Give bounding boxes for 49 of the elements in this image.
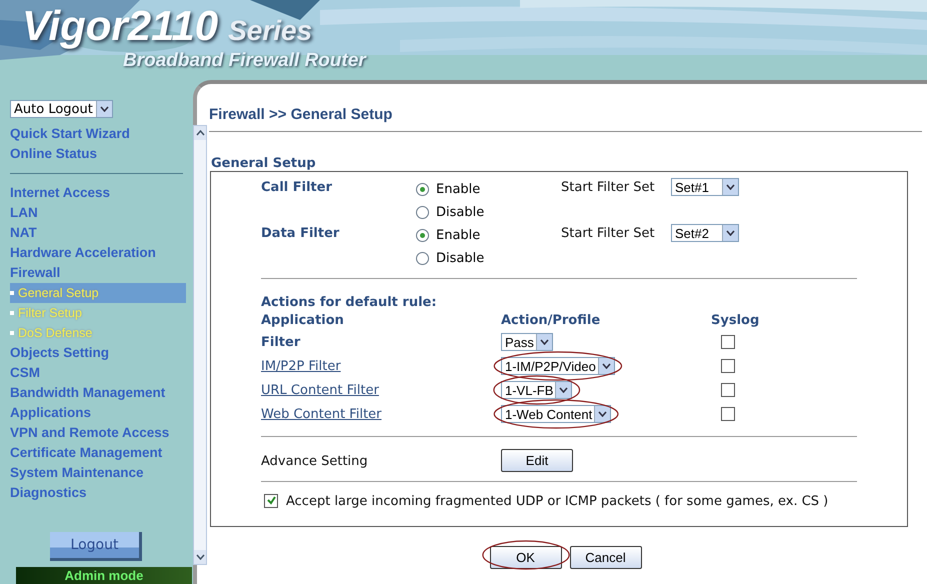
profile-select[interactable]: Pass	[501, 333, 553, 351]
nav-link[interactable]: Objects Setting	[10, 343, 193, 363]
profile-select[interactable]: 1-VL-FB	[501, 381, 572, 399]
nav-link[interactable]: Internet Access	[10, 183, 193, 203]
filter-set-select[interactable]: Set#2	[671, 224, 739, 242]
filter-link[interactable]: IM/P2P Filter	[261, 358, 501, 374]
edit-button[interactable]: Edit	[501, 448, 573, 472]
filter-label: Filter	[261, 334, 302, 350]
filter-set-select[interactable]: Set#1	[671, 178, 739, 196]
nav-link[interactable]: Diagnostics	[10, 483, 193, 503]
section-title: General Setup	[211, 156, 317, 171]
profile-select[interactable]: 1-Web Content	[501, 405, 612, 423]
tagline: Broadband Firewall Router	[123, 50, 366, 72]
checkbox-label: Accept large incoming fragmented UDP or ICMP packets ( for some games, ex. CS )	[286, 493, 828, 509]
auto-logout-select[interactable]: Auto Logout	[10, 100, 113, 118]
nav-link[interactable]: NAT	[10, 223, 193, 243]
mode-banner: Admin mode	[16, 567, 192, 584]
logout-button[interactable]: Logout	[50, 532, 142, 561]
cancel-button[interactable]: Cancel	[570, 546, 642, 569]
filter-link[interactable]: Web Content Filter	[261, 406, 501, 422]
nav-link[interactable]: System Maintenance	[10, 463, 193, 483]
nav-link[interactable]: Online Status	[10, 144, 193, 164]
nav-link[interactable]: Quick Start Wizard	[10, 124, 193, 144]
nav-link[interactable]: Bandwidth Management	[10, 383, 193, 403]
nav-link[interactable]: CSM	[10, 363, 193, 383]
nav-link[interactable]: LAN	[10, 203, 193, 223]
nav-link[interactable]: VPN and Remote Access	[10, 423, 193, 443]
field-label: Advance Setting	[261, 452, 369, 468]
logo-text: Vigor2110 Series	[22, 2, 312, 50]
radio-option[interactable]: Disable	[416, 247, 561, 270]
filter-label: Data Filter	[261, 225, 340, 241]
filter-label: Call Filter	[261, 179, 333, 195]
nav-link[interactable]: Certificate Management	[10, 443, 193, 463]
profile-select[interactable]: 1-IM/P2P/Video	[501, 357, 615, 375]
column-header: Action/Profile	[501, 312, 602, 328]
radio-option[interactable]: Enable	[416, 224, 561, 247]
ok-button[interactable]: OK	[490, 546, 562, 569]
column-header: Application	[261, 312, 345, 328]
nav-link[interactable]: Hardware Acceleration	[10, 243, 193, 263]
page-title: Firewall >> General Setup	[209, 106, 394, 123]
actions-heading: Actions for default rule:	[261, 295, 437, 310]
radio-option[interactable]: Enable	[416, 178, 561, 201]
column-header: Syslog	[711, 312, 760, 328]
filter-link[interactable]: URL Content Filter	[261, 382, 501, 398]
field-label: Start Filter Set	[561, 225, 656, 241]
nav-link[interactable]: Firewall	[10, 263, 193, 283]
field-label: Start Filter Set	[561, 179, 656, 195]
nav-link[interactable]: Applications	[10, 403, 193, 423]
radio-option[interactable]: Disable	[416, 201, 561, 224]
